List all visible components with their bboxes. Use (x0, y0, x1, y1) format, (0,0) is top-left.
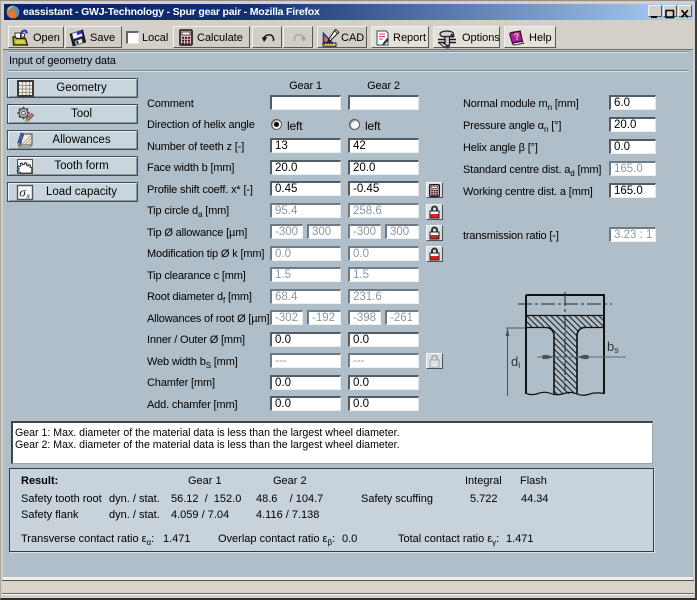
svg-text:bs: bs (607, 339, 619, 355)
svg-text:di: di (511, 354, 520, 370)
